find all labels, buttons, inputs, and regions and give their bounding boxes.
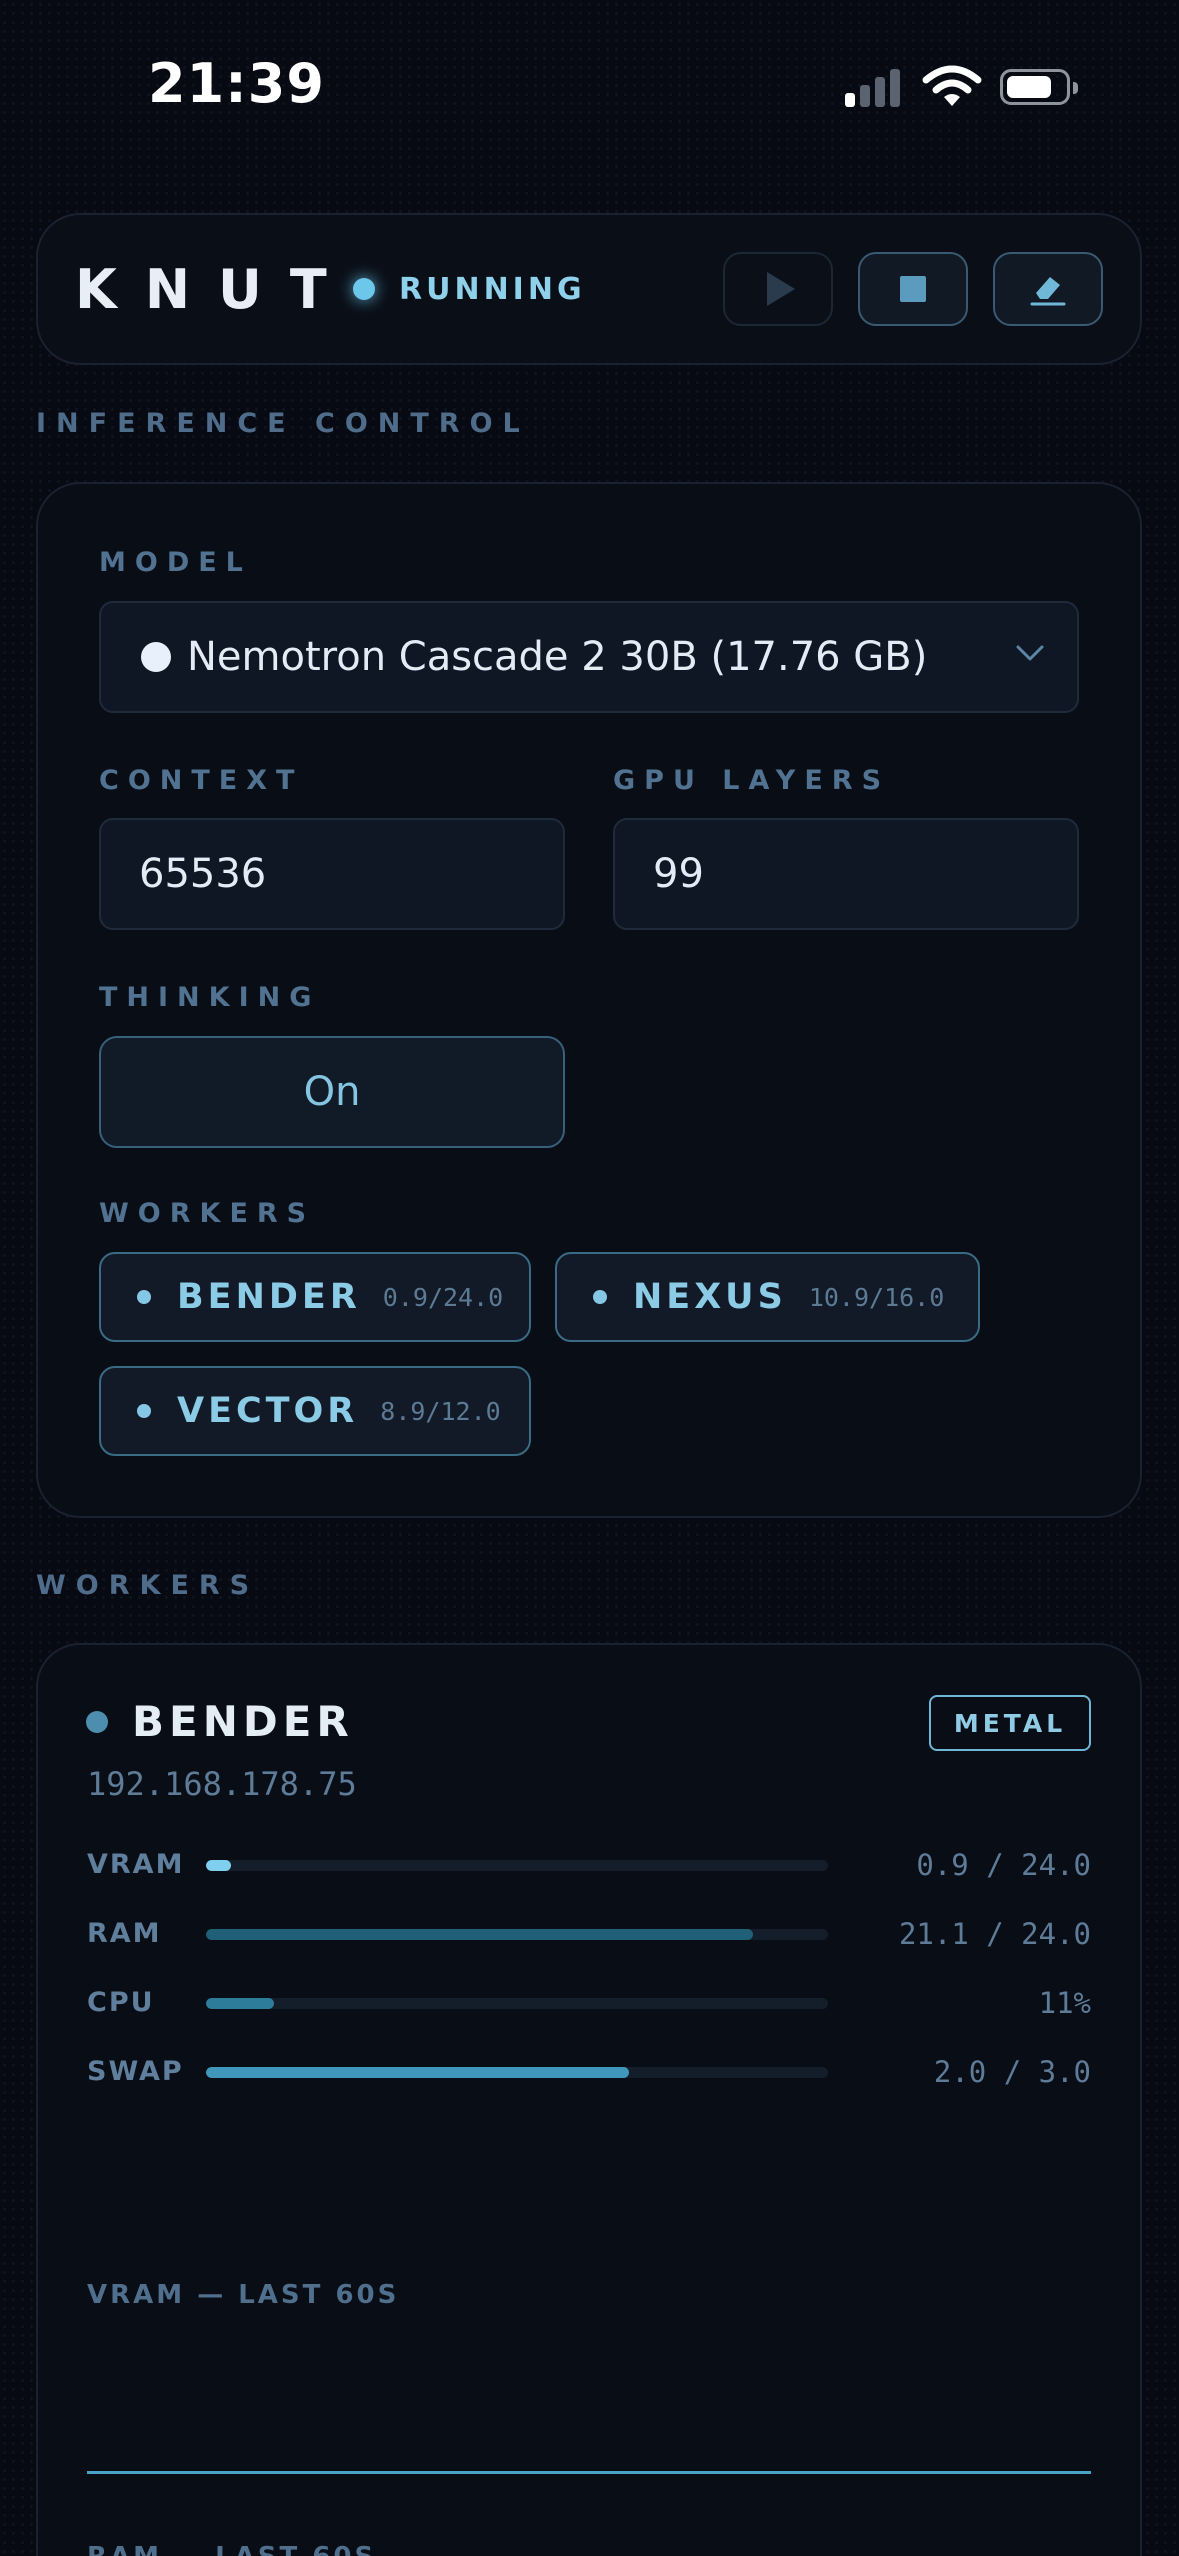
chip-dot [593, 1290, 607, 1304]
ram-chart-label: RAM — LAST 60S [87, 2542, 376, 2556]
metric-value-ram: 21.1 / 24.0 [898, 1917, 1091, 1951]
chip-dot [137, 1404, 151, 1418]
section-label-workers: WORKERS [36, 1570, 260, 1601]
status-time: 21:39 [148, 52, 325, 115]
metric-value-cpu: 11% [1038, 1986, 1091, 2020]
stop-button[interactable] [858, 252, 968, 326]
thinking-toggle[interactable]: On [99, 1036, 565, 1148]
chip-name: BENDER [177, 1277, 361, 1317]
metric-label-cpu: CPU [87, 1987, 155, 2018]
worker-chip-bender[interactable]: BENDER 0.9/24.0 [99, 1252, 531, 1342]
metric-bar-cpu [206, 1998, 828, 2009]
cellular-signal-icon [845, 67, 905, 107]
chip-meta: 10.9/16.0 [808, 1282, 945, 1312]
chip-dot [137, 1290, 151, 1304]
worker-status-dot [86, 1711, 108, 1733]
chip-meta: 0.9/24.0 [382, 1282, 504, 1312]
metric-fill [206, 2067, 629, 2078]
worker-ip: 192.168.178.75 [87, 1765, 357, 1803]
metric-label-vram: VRAM [87, 1849, 185, 1880]
chevron-down-icon [1016, 645, 1044, 661]
metric-fill [206, 1860, 231, 1871]
gpu-layers-input[interactable]: 99 [613, 818, 1079, 930]
status-indicator [353, 278, 375, 300]
section-label-inference: INFERENCE CONTROL [36, 408, 530, 439]
worker-backend-badge: METAL [929, 1695, 1091, 1751]
worker-chip-vector[interactable]: VECTOR 8.9/12.0 [99, 1366, 531, 1456]
model-label: MODEL [99, 547, 252, 578]
vram-chart-label: VRAM — LAST 60S [87, 2280, 400, 2310]
play-icon [767, 272, 795, 306]
vram-chart-line [87, 2471, 1091, 2474]
metric-value-swap: 2.0 / 3.0 [933, 2055, 1091, 2089]
chip-name: NEXUS [633, 1277, 787, 1317]
worker-chip-nexus[interactable]: NEXUS 10.9/16.0 [555, 1252, 980, 1342]
metric-value-vram: 0.9 / 24.0 [916, 1848, 1091, 1882]
model-select-value: Nemotron Cascade 2 30B (17.76 GB) [187, 634, 928, 680]
eraser-icon [1030, 277, 1066, 306]
model-status-dot [141, 642, 171, 672]
metric-bar-vram [206, 1860, 828, 1871]
metric-fill [206, 1998, 275, 2009]
worker-name: BENDER [132, 1697, 354, 1746]
clear-button[interactable] [993, 252, 1103, 326]
metric-fill [206, 1929, 754, 1940]
workers-field-label: WORKERS [99, 1198, 316, 1229]
gpu-layers-label: GPU LAYERS [613, 765, 891, 796]
thinking-label: THINKING [99, 982, 321, 1013]
context-label: CONTEXT [99, 765, 304, 796]
metric-bar-ram [206, 1929, 828, 1940]
metric-bar-swap [206, 2067, 828, 2078]
context-input[interactable]: 65536 [99, 818, 565, 930]
app-title: KNUT [75, 258, 355, 321]
model-select[interactable]: Nemotron Cascade 2 30B (17.76 GB) [99, 601, 1079, 713]
stop-icon [900, 276, 926, 302]
battery-icon [1000, 69, 1078, 105]
chip-meta: 8.9/12.0 [380, 1396, 501, 1426]
chip-name: VECTOR [177, 1391, 359, 1431]
metric-label-ram: RAM [87, 1918, 162, 1949]
wifi-icon [922, 64, 982, 112]
status-label: RUNNING [399, 272, 586, 307]
metric-label-swap: SWAP [87, 2056, 184, 2087]
play-button[interactable] [723, 252, 833, 326]
context-input-value: 65536 [139, 851, 267, 897]
gpu-layers-input-value: 99 [653, 851, 704, 897]
